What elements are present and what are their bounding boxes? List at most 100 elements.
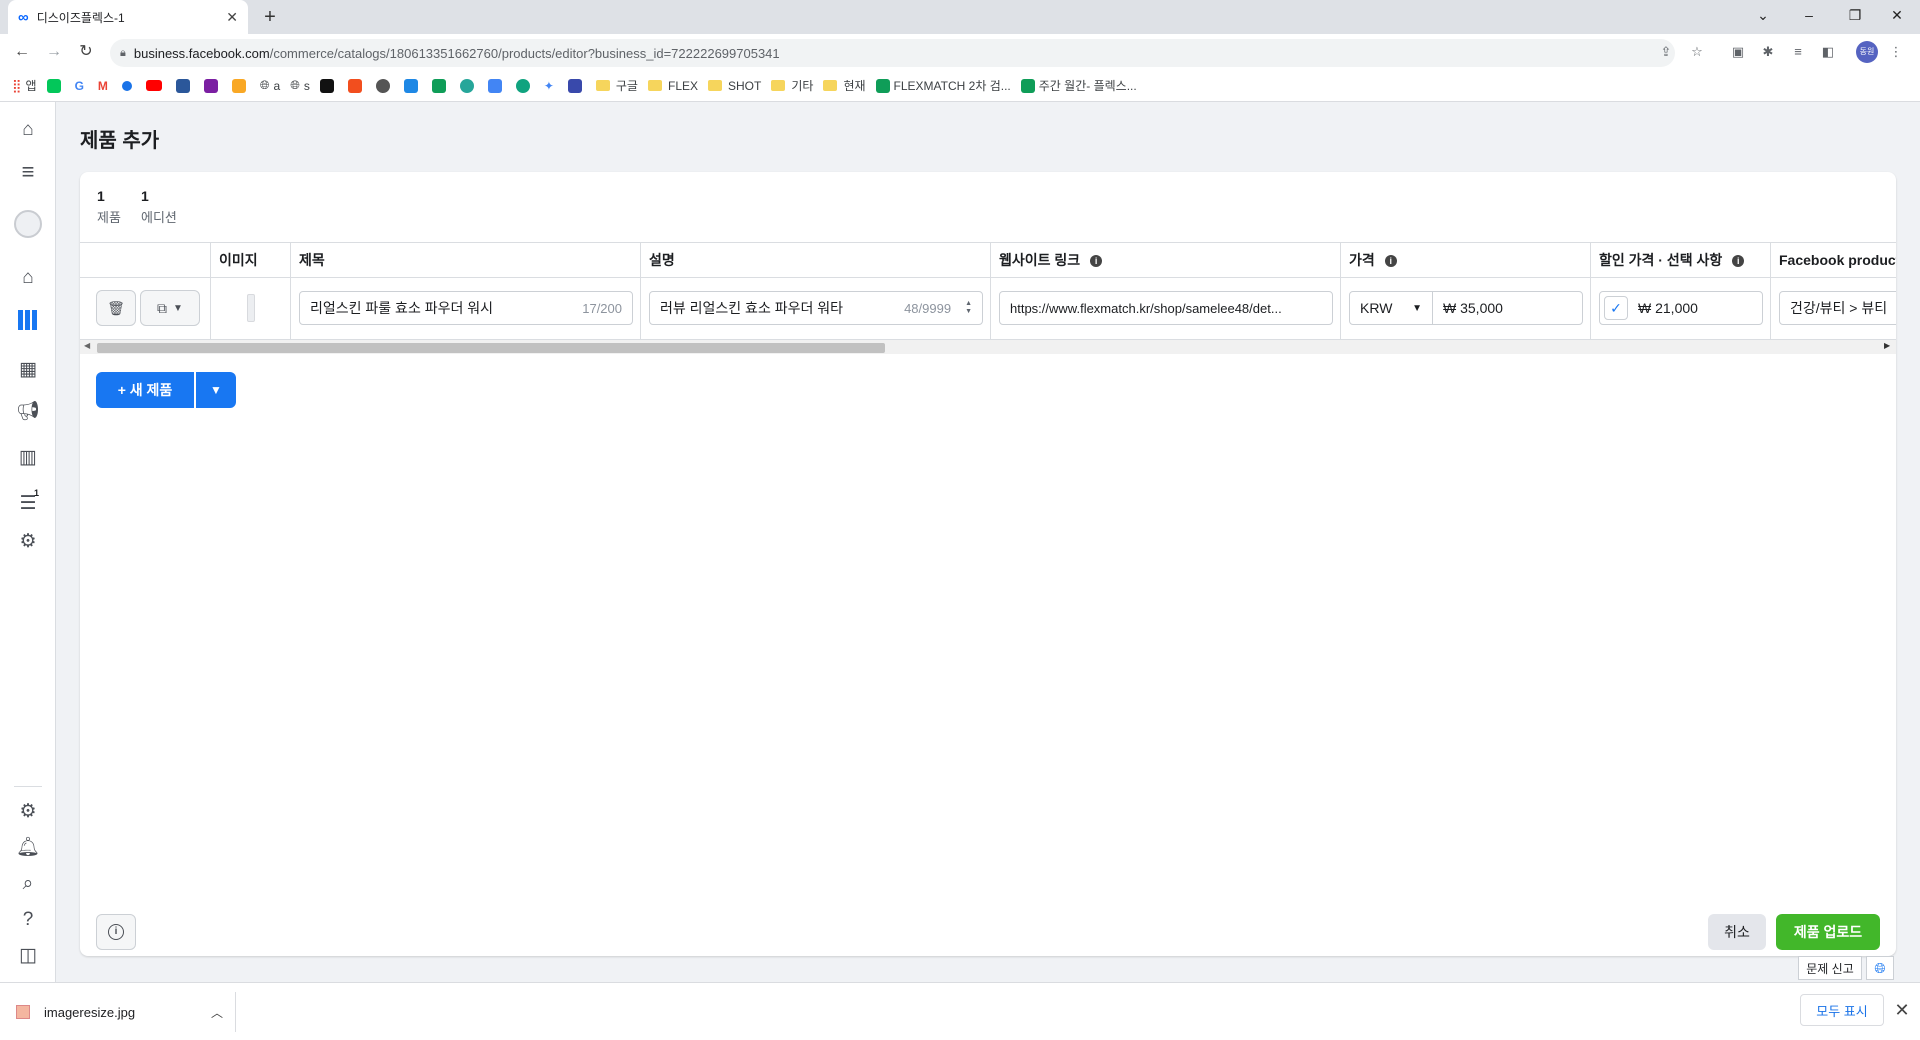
price-input[interactable]: ₩ 35,000 [1432, 291, 1583, 325]
info-icon[interactable]: i [1384, 255, 1397, 268]
bookmark-gpt[interactable] [515, 78, 534, 93]
search-icon[interactable]: ⌕ [14, 870, 42, 898]
spinner-arrows-icon[interactable]: ▲ ▼ [965, 300, 972, 316]
restore-icon[interactable]: ❐ [1832, 0, 1878, 30]
download-item[interactable]: imageresize.jpg ︿ [16, 992, 236, 1032]
bookmark-apps[interactable]: ⣿ 앱 [12, 77, 37, 94]
globe-icon[interactable]: 🌐︎ [1866, 956, 1894, 980]
image-cell[interactable] [210, 278, 290, 340]
scroll-right-arrow-icon[interactable]: ▶ [1884, 341, 1890, 350]
puzzle-icon[interactable]: ✱ [1758, 42, 1778, 62]
bookmark-c[interactable] [459, 78, 478, 93]
bookmark-translate[interactable] [487, 78, 506, 93]
cancel-button[interactable]: 취소 [1708, 914, 1766, 950]
collapse-panel-icon[interactable]: ◫ [14, 942, 42, 970]
bookmark-feather[interactable] [203, 78, 222, 93]
lock-bookmark-icon [231, 78, 246, 93]
scroll-left-arrow-icon[interactable]: ◀ [84, 341, 90, 350]
chrome-menu-icon[interactable]: ⋮ [1886, 42, 1906, 62]
bookmark-gmail[interactable]: M [98, 79, 112, 93]
extension-icon[interactable]: ▣ [1728, 42, 1748, 62]
bookmark-lock[interactable] [231, 78, 250, 93]
new-product-button[interactable]: + 새 제품 [96, 372, 194, 408]
account-avatar-icon[interactable] [14, 210, 42, 238]
help-icon[interactable]: ? [14, 906, 42, 934]
bookmark-google[interactable]: G [75, 79, 88, 93]
bookmark-folder-now[interactable]: 현재 [823, 77, 866, 94]
fb-category-input[interactable]: 건강/뷰티 > 뷰티 [1779, 291, 1896, 325]
bookmark-w[interactable] [175, 78, 194, 93]
bookmark-sparkle[interactable]: ✦ [544, 79, 558, 93]
bookmark-m[interactable] [319, 78, 338, 93]
storefront-icon[interactable]: ▦ [14, 356, 42, 384]
home-icon[interactable]: ⌂ [14, 116, 42, 144]
info-icon[interactable]: i [1090, 255, 1103, 268]
bookmark-naver[interactable] [46, 78, 65, 93]
stat-editions: 1 에디션 [141, 188, 177, 225]
delete-button[interactable]: 🗑︎ [96, 290, 136, 326]
bookmark-folder-google[interactable]: 구글 [595, 77, 638, 94]
image-file-icon [16, 1005, 30, 1019]
meta-logo-icon: ∞ [18, 8, 29, 26]
sidepanel-icon[interactable]: ◧ [1818, 42, 1838, 62]
share-icon[interactable]: ⇪ [1656, 42, 1676, 62]
media-icon[interactable]: ≡ [1788, 42, 1808, 62]
bookmark-youtube[interactable] [145, 80, 166, 91]
bookmark-figma[interactable] [347, 78, 366, 93]
new-tab-button[interactable]: + [258, 5, 282, 29]
tab-close-icon[interactable]: ✕ [226, 9, 238, 26]
bookmark-apple[interactable] [375, 78, 394, 93]
report-problem-button[interactable]: 문제 신고 [1798, 956, 1862, 980]
bell-icon[interactable]: 🔔︎ [14, 834, 42, 862]
sale-price-cell: ✓ ₩ 21,000 [1590, 278, 1770, 340]
menu-icon[interactable]: ≡ [14, 158, 42, 186]
bookmark-search[interactable] [121, 80, 136, 91]
bookmark-sheet[interactable] [431, 78, 450, 93]
bookmark-a[interactable]: 🌐︎ a [260, 78, 280, 93]
m-icon [319, 78, 334, 93]
new-product-dropdown[interactable]: ▼ [196, 372, 236, 408]
download-bar-close-icon[interactable]: ✕ [1890, 996, 1914, 1024]
settings-icon[interactable]: ⚙ [14, 528, 42, 556]
page-title: 제품 추가 [80, 130, 160, 152]
bookmark-folder-shot[interactable]: SHOT [708, 79, 761, 93]
col-price: 가격 i [1340, 242, 1590, 278]
bookmark-s[interactable]: 🌐︎ s [290, 78, 310, 93]
window-close-icon[interactable]: ✕ [1874, 0, 1920, 30]
bookmark-folder-flex[interactable]: FLEX [647, 79, 698, 93]
bookmark-weekly[interactable]: 주간 월간- 플렉스... [1020, 77, 1137, 94]
catalog-grid-icon[interactable] [14, 310, 42, 338]
info-button[interactable]: i [96, 914, 136, 950]
sale-price-checkbox[interactable]: ✓ [1604, 296, 1628, 320]
minimize-icon[interactable]: – [1786, 0, 1832, 30]
show-all-downloads-button[interactable]: 모두 표시 [1800, 994, 1884, 1026]
reload-icon[interactable]: ↻ [74, 40, 98, 64]
address-bar[interactable]: 🔒︎ business.facebook.com/commerce/catalo… [110, 39, 1675, 67]
chevron-up-icon[interactable]: ︿ [211, 1004, 223, 1021]
forward-icon[interactable]: → [42, 40, 66, 64]
browser-tab[interactable]: ∞ 디스이즈플렉스-1 ✕ [8, 0, 248, 34]
settings-bottom-icon[interactable]: ⚙ [14, 798, 42, 826]
back-icon[interactable]: ← [10, 40, 34, 64]
bookmark-folder-etc[interactable]: 기타 [771, 77, 813, 94]
info-icon[interactable]: i [1732, 255, 1745, 268]
duplicate-button[interactable]: ⧉ ▼ [140, 290, 200, 326]
sale-price-input[interactable]: ✓ ₩ 21,000 [1599, 291, 1763, 325]
bar-chart-icon[interactable]: ▥ [14, 444, 42, 472]
bookmark-flexmatch[interactable]: FLEXMATCH 2차 검... [875, 77, 1011, 94]
scrollbar-thumb[interactable] [97, 343, 885, 353]
col-description: 설명 [640, 242, 990, 278]
tab-search-icon[interactable]: ⌄ [1740, 0, 1786, 30]
profile-avatar[interactable]: 동원 [1856, 41, 1878, 63]
bookmark-blue[interactable] [403, 78, 422, 93]
upload-products-button[interactable]: 제품 업로드 [1776, 914, 1880, 950]
link-input[interactable]: https://www.flexmatch.kr/shop/samelee48/… [999, 291, 1333, 325]
shop-home-icon[interactable]: ⌂ [14, 264, 42, 292]
megaphone-icon[interactable]: 📢︎ [14, 398, 42, 426]
download-bar [0, 982, 1920, 1040]
bookmark-star-icon[interactable]: ☆ [1687, 42, 1707, 62]
currency-select[interactable]: KRW ▼ [1349, 291, 1433, 325]
bookmark-hex2[interactable] [567, 78, 586, 93]
title-input[interactable]: 리얼스킨 파룰 효소 파우더 워시 17/200 [299, 291, 633, 325]
description-input[interactable]: 러뷰 리얼스킨 효소 파우더 워타 48/9999 ▲ ▼ [649, 291, 983, 325]
